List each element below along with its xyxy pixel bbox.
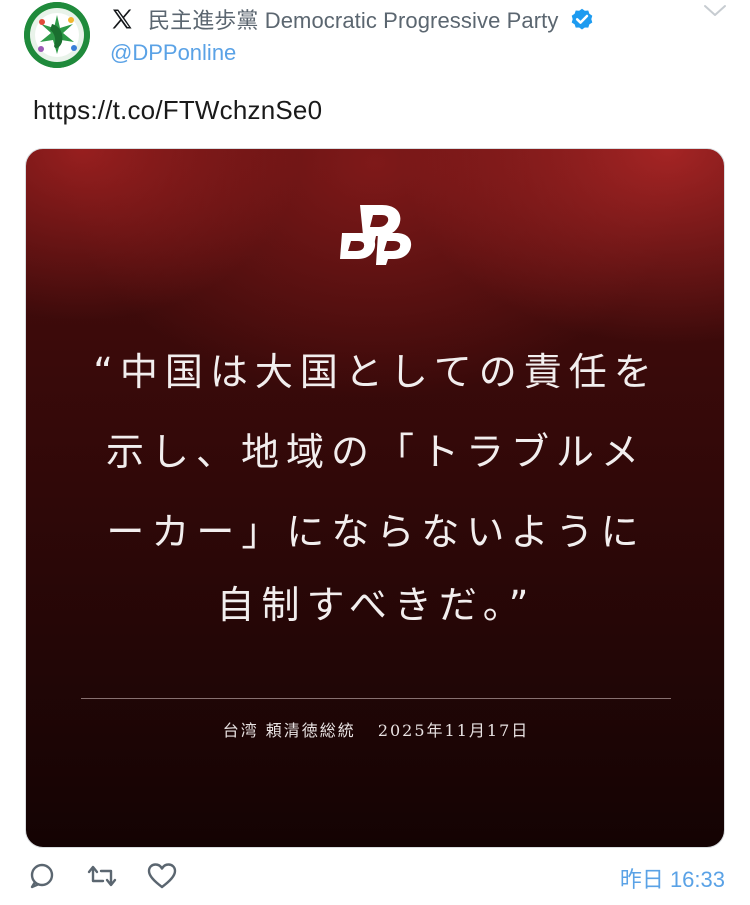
attribution-date: 2025年11月17日 — [377, 721, 530, 740]
tweet-header: 民主進歩黨 Democratic Progressive Party — [110, 4, 595, 34]
tweet-media-image[interactable]: “中国は大国としての責任を 示し、地域の「トラブルメ ーカー」にならないように … — [25, 148, 725, 848]
tweet-link[interactable]: https://t.co/FTWchznSe0 — [33, 95, 322, 126]
user-handle[interactable]: @DPPonline — [110, 40, 236, 66]
quote-line-4: 自制すべきだ。” — [216, 583, 536, 627]
quote-line-3: ーカー」にならないように — [106, 510, 646, 554]
avatar[interactable] — [24, 2, 90, 68]
quote-line-1: “中国は大国としての責任を — [93, 350, 659, 394]
quote-line-2: 示し、地域の「トラブルメ — [105, 430, 646, 474]
retweet-icon[interactable] — [86, 860, 118, 892]
display-name[interactable]: 民主進歩黨 Democratic Progressive Party — [148, 3, 559, 35]
attribution-name: 台湾 頼清徳総統 — [222, 721, 356, 740]
dpp-logo-icon — [340, 205, 412, 265]
verified-badge-icon — [571, 8, 592, 30]
chevron-down-icon[interactable] — [702, 2, 728, 20]
divider — [81, 698, 671, 699]
quote-attribution: 台湾 頼清徳総統 2025年11月17日 — [26, 717, 724, 741]
dpp-flag-avatar-icon — [24, 2, 90, 68]
heart-icon[interactable] — [146, 860, 178, 892]
x-logo-icon — [112, 9, 132, 29]
tweet-timestamp[interactable]: 昨日 16:33 — [620, 862, 725, 894]
reply-icon[interactable] — [26, 860, 58, 892]
tweet-actions — [26, 860, 206, 892]
